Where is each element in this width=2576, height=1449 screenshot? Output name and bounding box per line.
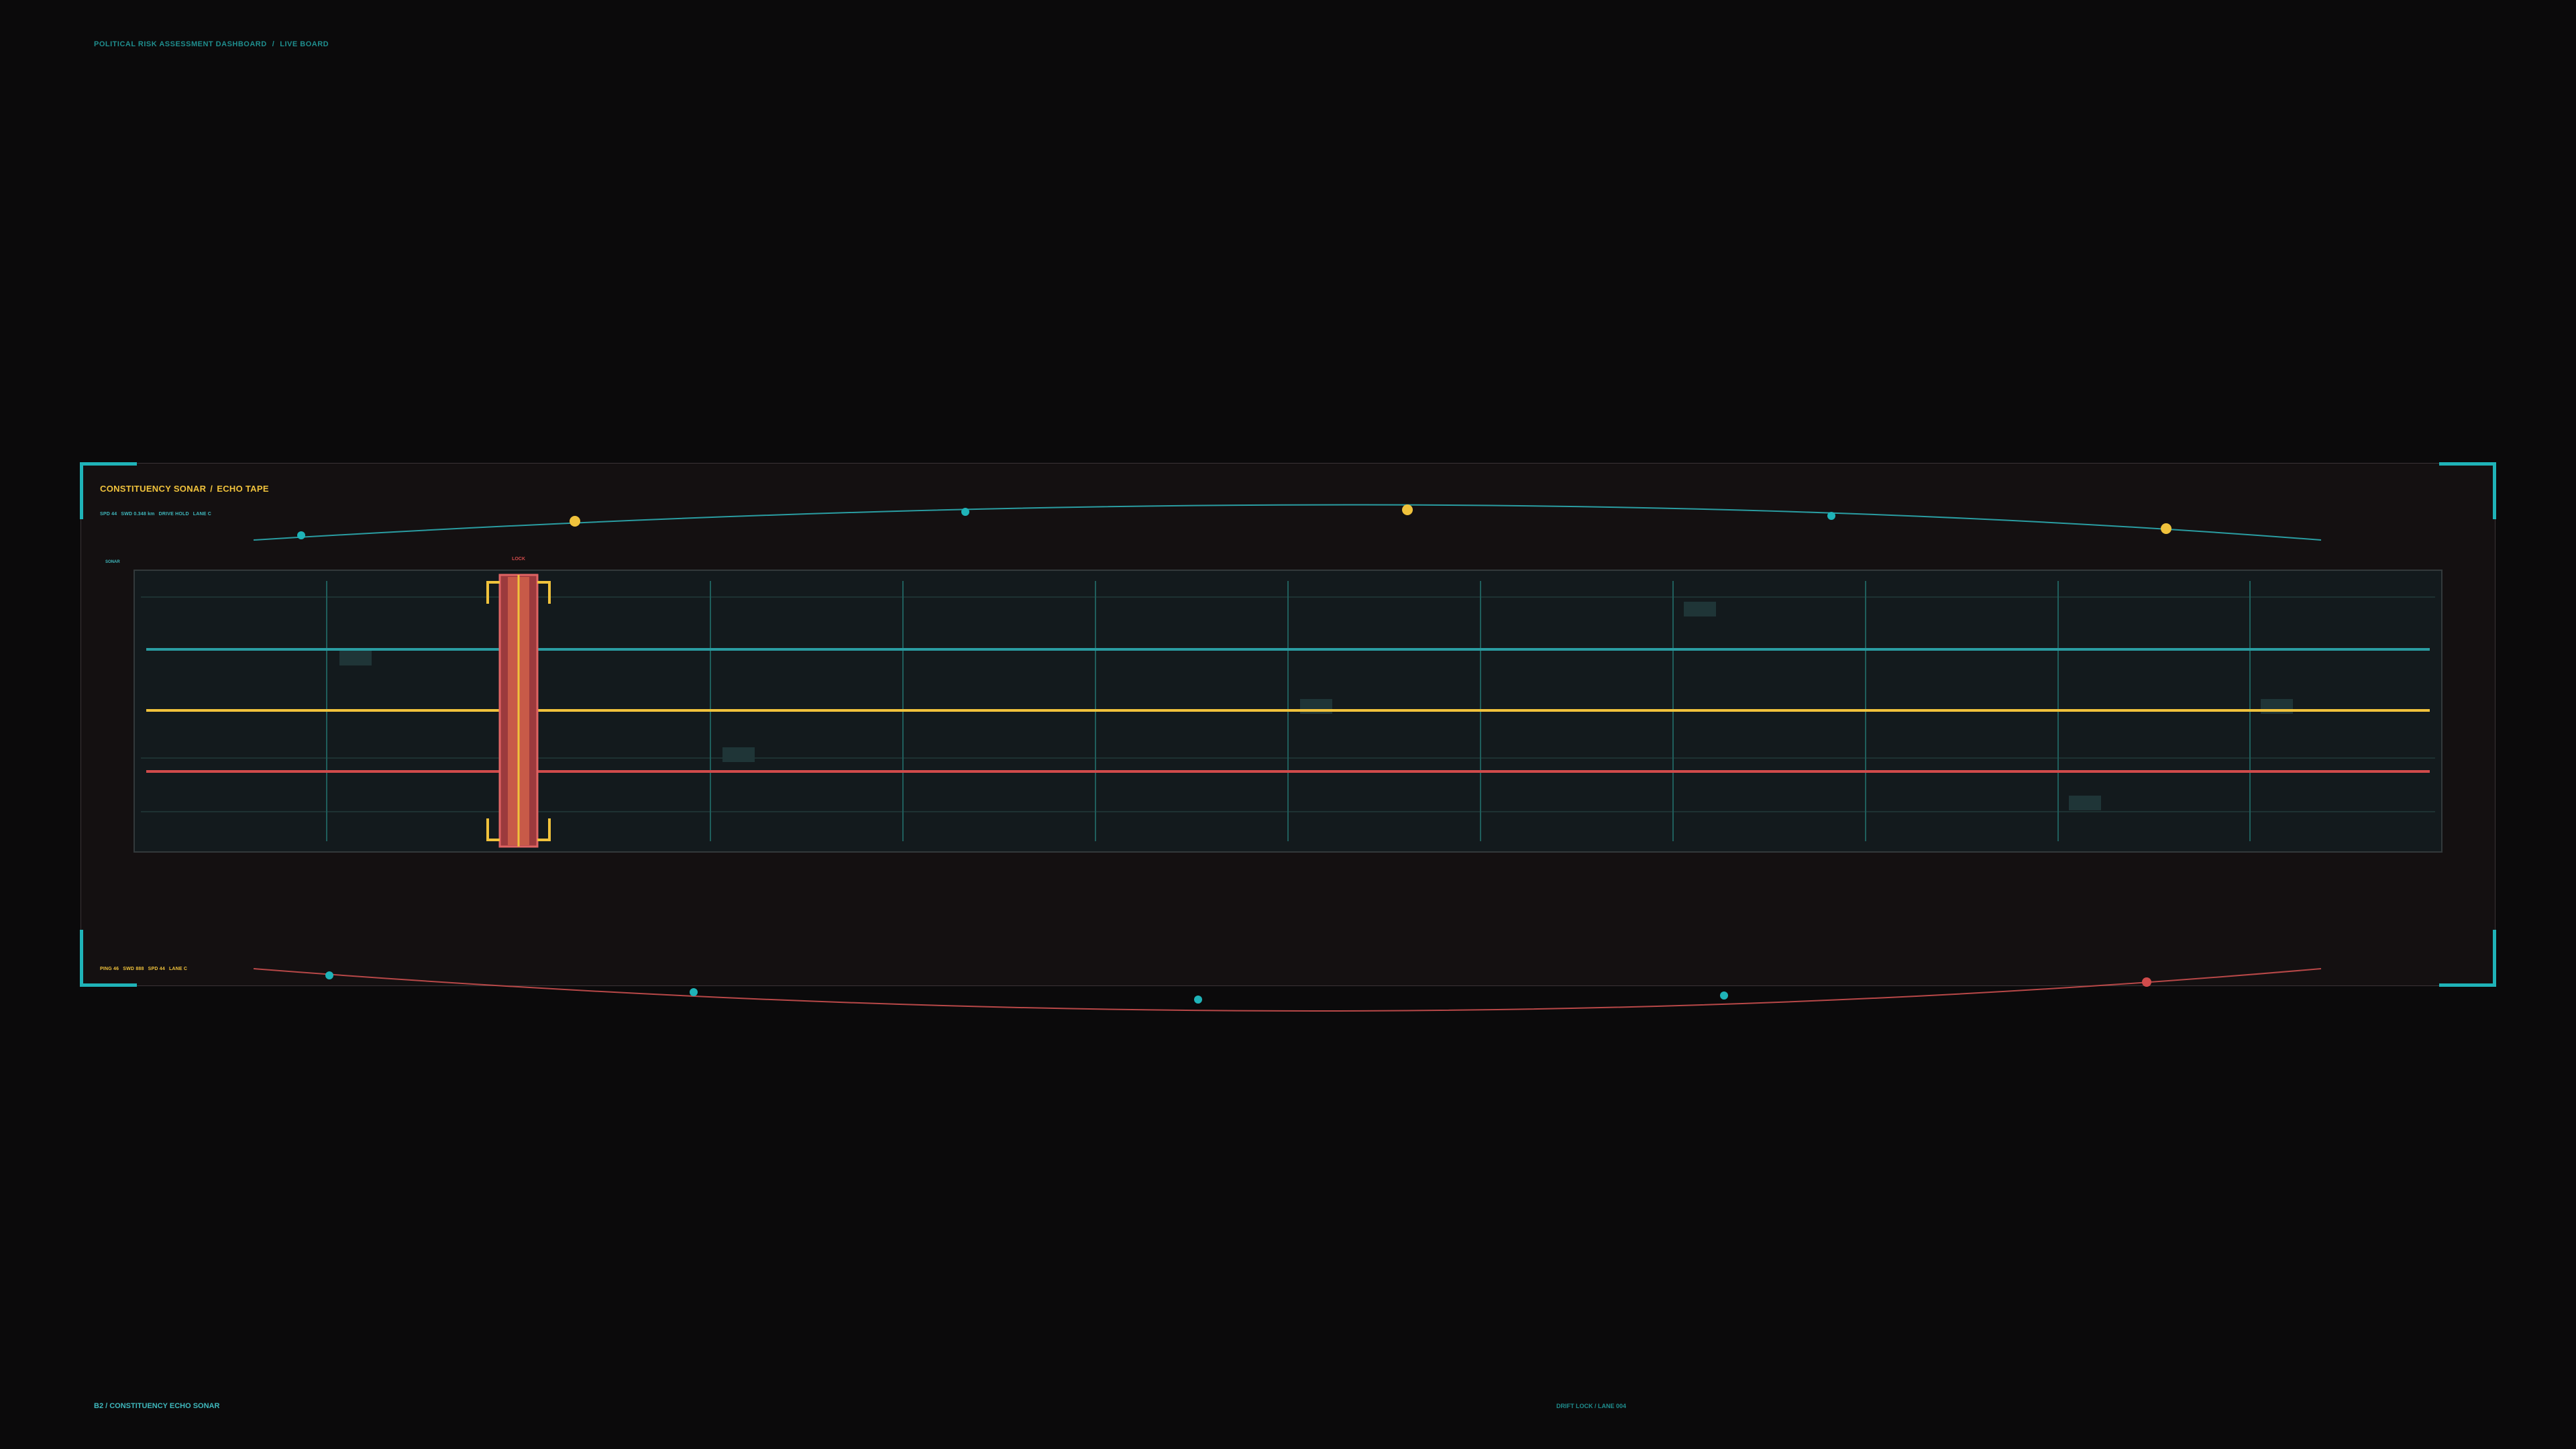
top-arc-node[interactable]: [297, 531, 305, 539]
bottom-arc-node[interactable]: [325, 971, 333, 979]
lock-label: LOCK: [512, 557, 525, 561]
bottom-arc-node-red[interactable]: [2142, 977, 2151, 987]
top-arc-node-amber[interactable]: [1402, 504, 1413, 515]
top-arc-node-amber[interactable]: [2161, 523, 2171, 534]
top-arc-node[interactable]: [1827, 512, 1835, 520]
top-arc-node[interactable]: [961, 508, 969, 516]
footer-section-label: B2 / CONSTITUENCY ECHO SONAR: [94, 1402, 220, 1410]
bottom-sweep-arc: [253, 968, 2322, 1012]
bottom-arc-node[interactable]: [1720, 991, 1728, 1000]
footer-status: DRIFT LOCK / LANE 004: [1556, 1403, 1627, 1409]
sonar-overlay: LOCK: [133, 504, 2443, 1012]
bottom-arc-node[interactable]: [690, 988, 698, 996]
top-sweep-arc: [253, 504, 2322, 541]
bottom-arc-node[interactable]: [1194, 996, 1202, 1004]
top-arc-node-amber[interactable]: [570, 516, 580, 527]
